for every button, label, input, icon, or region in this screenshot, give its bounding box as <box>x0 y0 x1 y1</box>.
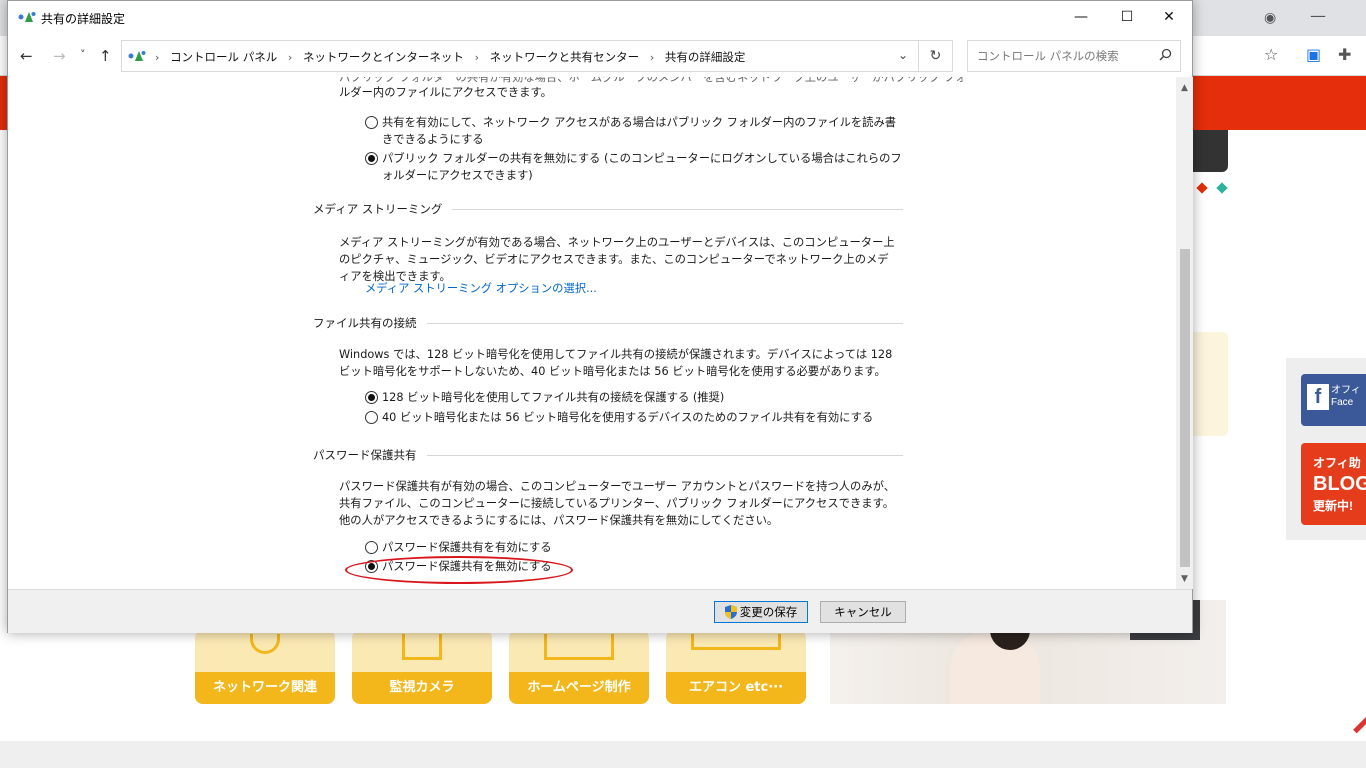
public-folder-enable-option[interactable]: 共有を有効にして、ネットワーク アクセスがある場合はパブリック フォルダー内のフ… <box>365 114 905 148</box>
teal-diamond-icon <box>1216 182 1228 194</box>
search-icon[interactable] <box>1159 48 1172 61</box>
breadcrumb-separator[interactable]: › <box>155 51 159 64</box>
bookmark-star-icon[interactable]: ☆ <box>1264 45 1278 64</box>
title-bar[interactable]: 共有の詳細設定 — ☐ ✕ <box>8 1 1192 35</box>
red-diamond-icon <box>1196 182 1208 194</box>
media-streaming-description: メディア ストリーミングが有効である場合、ネットワーク上のユーザーとデバイスは、… <box>339 236 895 283</box>
browser-profile-icon[interactable]: ◉ <box>1264 10 1276 26</box>
encryption-128-option[interactable]: 128 ビット暗号化を使用してファイル共有の接続を保護する (推奨) <box>365 389 905 406</box>
scroll-down-arrow-icon[interactable]: ▼ <box>1176 570 1193 587</box>
section-title: パスワード保護共有 <box>313 448 417 462</box>
network-sharing-icon <box>18 12 36 22</box>
breadcrumb-control-panel[interactable]: コントロール パネル <box>170 50 277 64</box>
password-sharing-heading: パスワード保護共有 <box>313 447 903 463</box>
highlight-annotation-oval <box>345 556 573 584</box>
file-sharing-description: Windows では、128 ビット暗号化を使用してファイル共有の接続が保護され… <box>339 348 893 378</box>
address-row: ← → ˅ ↑ › コントロール パネル › ネットワークとインターネット › … <box>8 37 1192 75</box>
recent-locations-button[interactable]: ˅ <box>80 48 86 61</box>
scrollbar-thumb[interactable] <box>1180 249 1190 567</box>
breadcrumb-separator[interactable]: › <box>288 51 292 64</box>
breadcrumb-separator[interactable]: › <box>650 51 654 64</box>
media-streaming-options-link[interactable]: メディア ストリーミング オプションの選択... <box>365 280 597 296</box>
section-title: ファイル共有の接続 <box>313 316 417 330</box>
cancel-button[interactable]: キャンセル <box>820 601 906 623</box>
facebook-label-line1: オフィ <box>1331 385 1361 396</box>
category-homepage[interactable]: ホームページ制作 <box>509 630 649 704</box>
up-button[interactable]: ↑ <box>99 47 112 65</box>
category-camera[interactable]: 監視カメラ <box>352 630 492 704</box>
blog-line3: 更新中! <box>1313 499 1353 514</box>
file-sharing-heading: ファイル共有の接続 <box>313 315 903 331</box>
dialog-footer: 変更の保存 キャンセル <box>8 589 1192 633</box>
close-button[interactable]: ✕ <box>1146 1 1192 33</box>
chevron-down-icon[interactable]: ⌄ <box>898 48 908 62</box>
facebook-banner[interactable]: f オフィ Face <box>1301 374 1366 426</box>
site-footer <box>0 741 1366 768</box>
category-label: ネットワーク関連 <box>195 672 335 704</box>
radio-button[interactable] <box>365 541 378 554</box>
address-bar[interactable]: › コントロール パネル › ネットワークとインターネット › ネットワークと共… <box>121 40 919 72</box>
vertical-scrollbar[interactable]: ▲ ▼ <box>1176 77 1193 589</box>
breadcrumb-advanced-sharing[interactable]: 共有の詳細設定 <box>665 50 746 64</box>
extension-s-icon[interactable]: ▣ <box>1306 45 1321 64</box>
option-label: 40 ビット暗号化または 56 ビット暗号化を使用するデバイスのためのファイル共… <box>382 411 874 424</box>
section-divider <box>426 454 903 456</box>
window-title: 共有の詳細設定 <box>41 12 126 26</box>
category-network[interactable]: ネットワーク関連 <box>195 630 335 704</box>
category-aircon[interactable]: エアコン etc··· <box>666 630 806 704</box>
site-cream-panel <box>1190 332 1228 436</box>
scroll-up-arrow-icon[interactable]: ▲ <box>1176 79 1193 96</box>
blog-line1: オフィ助 <box>1313 456 1361 470</box>
blog-banner[interactable]: オフィ助 BLOG 更新中! <box>1301 443 1366 525</box>
breadcrumb-network-internet[interactable]: ネットワークとインターネット <box>303 50 464 64</box>
option-label: 共有を有効にして、ネットワーク アクセスがある場合はパブリック フォルダー内のフ… <box>382 116 897 146</box>
radio-button[interactable] <box>365 411 378 424</box>
minimize-button[interactable]: — <box>1058 1 1104 33</box>
category-label: ホームページ制作 <box>509 672 649 704</box>
public-folder-disable-option[interactable]: パブリック フォルダーの共有を無効にする (このコンピューターにログオンしている… <box>365 150 905 184</box>
facebook-icon: f <box>1307 384 1329 410</box>
save-label: 変更の保存 <box>739 605 798 619</box>
public-folder-desc-line2: ルダー内のファイルにアクセスできます。 <box>339 86 552 99</box>
blog-line2: BLOG <box>1313 473 1366 496</box>
option-label: パブリック フォルダーの共有を無効にする (このコンピューターにログオンしている… <box>382 152 902 182</box>
save-changes-button[interactable]: 変更の保存 <box>714 601 808 623</box>
extensions-puzzle-icon[interactable]: ✚ <box>1338 45 1351 64</box>
radio-button-selected[interactable] <box>365 391 378 404</box>
radio-button-selected[interactable] <box>365 152 378 165</box>
category-label: エアコン etc··· <box>666 672 806 704</box>
radio-button[interactable] <box>365 116 378 129</box>
category-label: 監視カメラ <box>352 672 492 704</box>
advanced-sharing-window: 共有の詳細設定 — ☐ ✕ ← → ˅ ↑ › コントロール パネル › ネット… <box>7 0 1193 633</box>
uac-shield-icon <box>724 605 737 619</box>
maximize-button[interactable]: ☐ <box>1104 1 1150 33</box>
section-divider <box>452 208 903 210</box>
back-button[interactable]: ← <box>20 47 33 65</box>
password-sharing-description: パスワード保護共有が有効の場合、このコンピューターでユーザー アカウントとパスワ… <box>339 480 896 527</box>
forward-button[interactable]: → <box>53 47 66 65</box>
section-divider <box>426 322 903 324</box>
browser-minimize-icon[interactable]: — <box>1310 6 1326 25</box>
breadcrumb-network-sharing-center[interactable]: ネットワークと共有センター <box>490 50 640 64</box>
search-box[interactable] <box>967 40 1181 72</box>
encryption-40-56-option[interactable]: 40 ビット暗号化または 56 ビット暗号化を使用するデバイスのためのファイル共… <box>365 409 905 426</box>
settings-content[interactable]: パブリック フォルダーの共有が有効な場合、ホームグループのメンバーを含むネットワ… <box>8 77 1176 589</box>
breadcrumb-separator[interactable]: › <box>475 51 479 64</box>
password-sharing-enable-option[interactable]: パスワード保護共有を有効にする <box>365 539 665 556</box>
breadcrumb: › コントロール パネル › ネットワークとインターネット › ネットワークと共… <box>148 49 745 65</box>
site-dark-block <box>1190 130 1228 172</box>
refresh-button[interactable]: ↻ <box>919 40 953 72</box>
option-label: 128 ビット暗号化を使用してファイル共有の接続を保護する (推奨) <box>382 391 725 404</box>
network-sharing-icon <box>128 51 146 61</box>
search-input[interactable] <box>968 41 1148 71</box>
facebook-label-line2: Face <box>1331 397 1354 408</box>
option-label: パスワード保護共有を有効にする <box>382 541 552 554</box>
pencil-icon <box>1353 715 1366 734</box>
media-streaming-heading: メディア ストリーミング <box>313 201 903 217</box>
section-title: メディア ストリーミング <box>313 202 443 216</box>
